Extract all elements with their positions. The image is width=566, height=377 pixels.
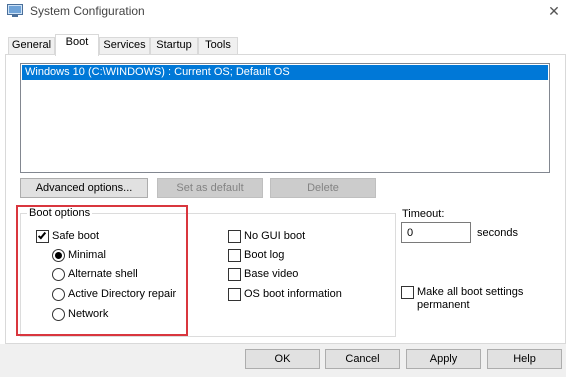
boot-log-label: Boot log	[244, 249, 285, 261]
delete-button[interactable]: Delete	[270, 178, 376, 198]
window-title: System Configuration	[30, 4, 145, 18]
system-config-icon	[7, 4, 23, 18]
seconds-label: seconds	[477, 227, 518, 239]
make-permanent-line1: Make all boot settings	[417, 286, 524, 298]
checkbox-icon[interactable]	[228, 267, 241, 281]
tab-startup[interactable]: Startup	[150, 37, 198, 54]
make-permanent-checkbox[interactable]: Make all boot settings permanent	[401, 286, 561, 316]
apply-button[interactable]: Apply	[406, 349, 481, 369]
tab-general[interactable]: General	[8, 37, 55, 54]
ok-button[interactable]: OK	[245, 349, 320, 369]
make-permanent-label: Make all boot settings permanent	[417, 286, 523, 312]
advanced-options-button[interactable]: Advanced options...	[20, 178, 148, 198]
no-gui-boot-checkbox[interactable]: No GUI boot	[228, 228, 305, 244]
checkbox-icon[interactable]	[228, 229, 241, 243]
base-video-checkbox[interactable]: Base video	[228, 266, 298, 282]
os-boot-information-label: OS boot information	[244, 288, 342, 300]
checkbox-icon[interactable]	[401, 286, 414, 299]
tab-tools[interactable]: Tools	[198, 37, 238, 54]
base-video-label: Base video	[244, 268, 299, 280]
help-button[interactable]: Help	[487, 349, 562, 369]
checkbox-icon[interactable]	[228, 287, 241, 301]
checkbox-icon[interactable]	[228, 248, 241, 262]
os-boot-information-checkbox[interactable]: OS boot information	[228, 286, 342, 302]
no-gui-boot-label: No GUI boot	[244, 230, 306, 242]
cancel-button[interactable]: Cancel	[325, 349, 400, 369]
set-as-default-button[interactable]: Set as default	[157, 178, 263, 198]
os-list-item[interactable]: Windows 10 (C:\WINDOWS) : Current OS; De…	[22, 65, 548, 80]
timeout-label: Timeout:	[402, 208, 445, 220]
boot-log-checkbox[interactable]: Boot log	[228, 247, 284, 263]
tab-boot[interactable]: Boot	[55, 34, 99, 56]
timeout-input[interactable]	[401, 222, 471, 243]
close-icon[interactable]: ✕	[544, 2, 564, 20]
tab-services[interactable]: Services	[99, 37, 150, 54]
highlight-box	[16, 205, 188, 336]
make-permanent-line2: permanent	[417, 299, 470, 311]
